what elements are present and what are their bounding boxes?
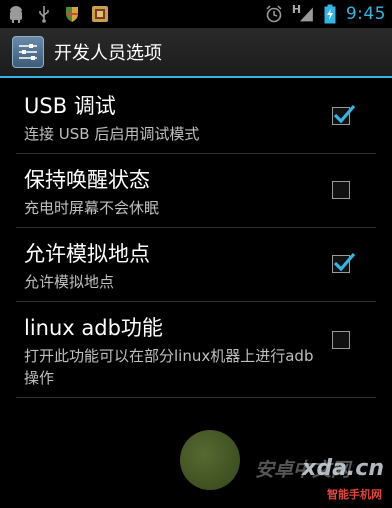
alarm-icon [264, 4, 284, 24]
pref-title: linux adb功能 [24, 316, 163, 340]
pref-title: 保持唤醒状态 [24, 168, 150, 192]
check-icon [333, 252, 356, 272]
pref-mock-locations[interactable]: 允许模拟地点 允许模拟地点 [16, 228, 376, 302]
mock-locations-checkbox[interactable] [332, 252, 356, 273]
watermark-logo-text: xda.cn [302, 456, 384, 481]
stay-awake-checkbox[interactable] [332, 181, 350, 199]
action-bar: 开发人员选项 [0, 28, 392, 78]
pref-summary: 打开此功能可以在部分linux机器上进行adb操作 [24, 347, 314, 387]
status-bar: H 9:45 [0, 0, 392, 28]
pref-title: USB 调试 [24, 94, 116, 118]
pref-title: 允许模拟地点 [24, 242, 150, 266]
settings-sliders-icon[interactable] [12, 36, 44, 68]
preference-list: USB 调试 连接 USB 后启用调试模式 保持唤醒状态 充电时屏幕不会休眠 允… [0, 80, 392, 398]
shield-icon [62, 4, 82, 24]
usb-debugging-checkbox[interactable] [332, 104, 356, 125]
android-notification-icon [6, 4, 26, 24]
pref-summary: 允许模拟地点 [24, 273, 115, 291]
status-time: 9:45 [345, 4, 386, 24]
check-icon [333, 104, 356, 124]
android-logo-watermark [180, 430, 240, 490]
usb-icon [34, 4, 54, 24]
pref-linux-adb[interactable]: linux adb功能 打开此功能可以在部分linux机器上进行adb操作 [16, 302, 376, 398]
pref-summary: 充电时屏幕不会休眠 [24, 199, 160, 217]
pref-stay-awake[interactable]: 保持唤醒状态 充电时屏幕不会休眠 [16, 154, 376, 228]
signal-icon: H [290, 2, 314, 24]
battery-charging-icon [320, 4, 340, 24]
watermark-subtext: 智能手机网 [327, 488, 382, 501]
pref-usb-debugging[interactable]: USB 调试 连接 USB 后启用调试模式 [16, 80, 376, 154]
pref-summary: 连接 USB 后启用调试模式 [24, 125, 200, 143]
network-type-label: H [291, 2, 302, 16]
page-title: 开发人员选项 [54, 43, 162, 64]
linux-adb-checkbox[interactable] [332, 331, 350, 349]
app-icon [90, 4, 110, 24]
